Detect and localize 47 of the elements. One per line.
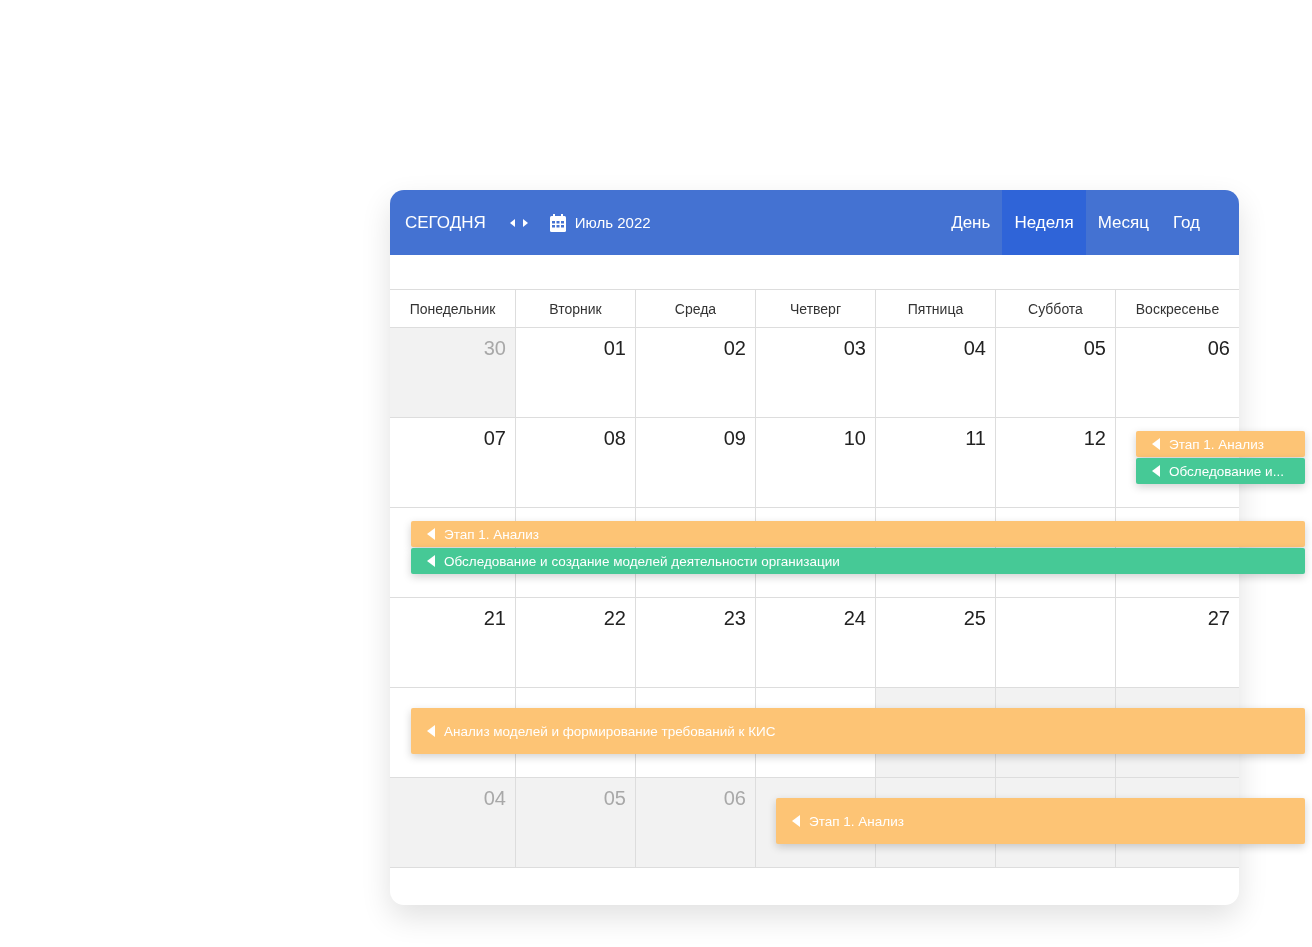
event-title: Анализ моделей и формирование требований к КИС <box>444 723 776 739</box>
event-bar[interactable]: Этап 1. Анализ <box>776 798 1305 844</box>
calendar-icon <box>549 213 566 232</box>
day-number: 04 <box>963 337 986 359</box>
day-number: 06 <box>723 787 746 809</box>
event-title: Обследование и... <box>1169 463 1284 479</box>
day-number: 09 <box>723 427 746 449</box>
day-number: 30 <box>483 337 506 359</box>
day-number: 07 <box>483 427 506 449</box>
view-tab[interactable]: Неделя <box>1002 190 1086 255</box>
day-number: 25 <box>963 607 986 629</box>
event-bar[interactable]: Этап 1. Анализ <box>411 521 1305 547</box>
triangle-icon <box>1152 438 1160 450</box>
triangle-icon <box>1152 465 1160 477</box>
day-number: 05 <box>603 787 626 809</box>
day-number: 27 <box>1207 607 1230 629</box>
day-number: 08 <box>603 427 626 449</box>
event-bar[interactable]: Анализ моделей и формирование требований к КИС <box>411 708 1305 754</box>
event-bar[interactable]: Обследование и... <box>1136 458 1305 484</box>
event-title: Этап 1. Анализ <box>444 526 539 542</box>
triangle-icon <box>427 555 435 567</box>
today-button[interactable]: СЕГОДНЯ <box>390 212 486 233</box>
day-number: 01 <box>603 337 626 359</box>
event-title: Обследование и создание моделей деятельности организации <box>444 553 840 569</box>
day-number: 23 <box>723 607 746 629</box>
triangle-icon <box>427 725 435 737</box>
triangle-icon <box>427 528 435 540</box>
view-tab[interactable]: День <box>939 190 1003 255</box>
day-number: 22 <box>603 607 626 629</box>
triangle-icon <box>792 815 800 827</box>
day-number: 02 <box>723 337 746 359</box>
day-number: 12 <box>1083 427 1106 449</box>
event-bar[interactable]: Обследование и создание моделей деятельности организации <box>411 548 1305 574</box>
day-number: 03 <box>843 337 866 359</box>
day-number: 24 <box>843 607 866 629</box>
event-bar[interactable]: Этап 1. Анализ <box>1136 431 1305 457</box>
month-label: Июль 2022 <box>574 214 651 231</box>
day-number: 21 <box>483 607 506 629</box>
event-title: Этап 1. Анализ <box>809 813 904 829</box>
event-title: Этап 1. Анализ <box>1169 436 1264 452</box>
view-tab[interactable]: Месяц <box>1085 190 1161 255</box>
view-tab[interactable]: Год <box>1160 190 1212 255</box>
day-number: 11 <box>965 427 986 449</box>
day-number: 10 <box>843 427 866 449</box>
day-number: 06 <box>1207 337 1230 359</box>
day-number: 05 <box>1083 337 1106 359</box>
day-number: 04 <box>483 787 506 809</box>
